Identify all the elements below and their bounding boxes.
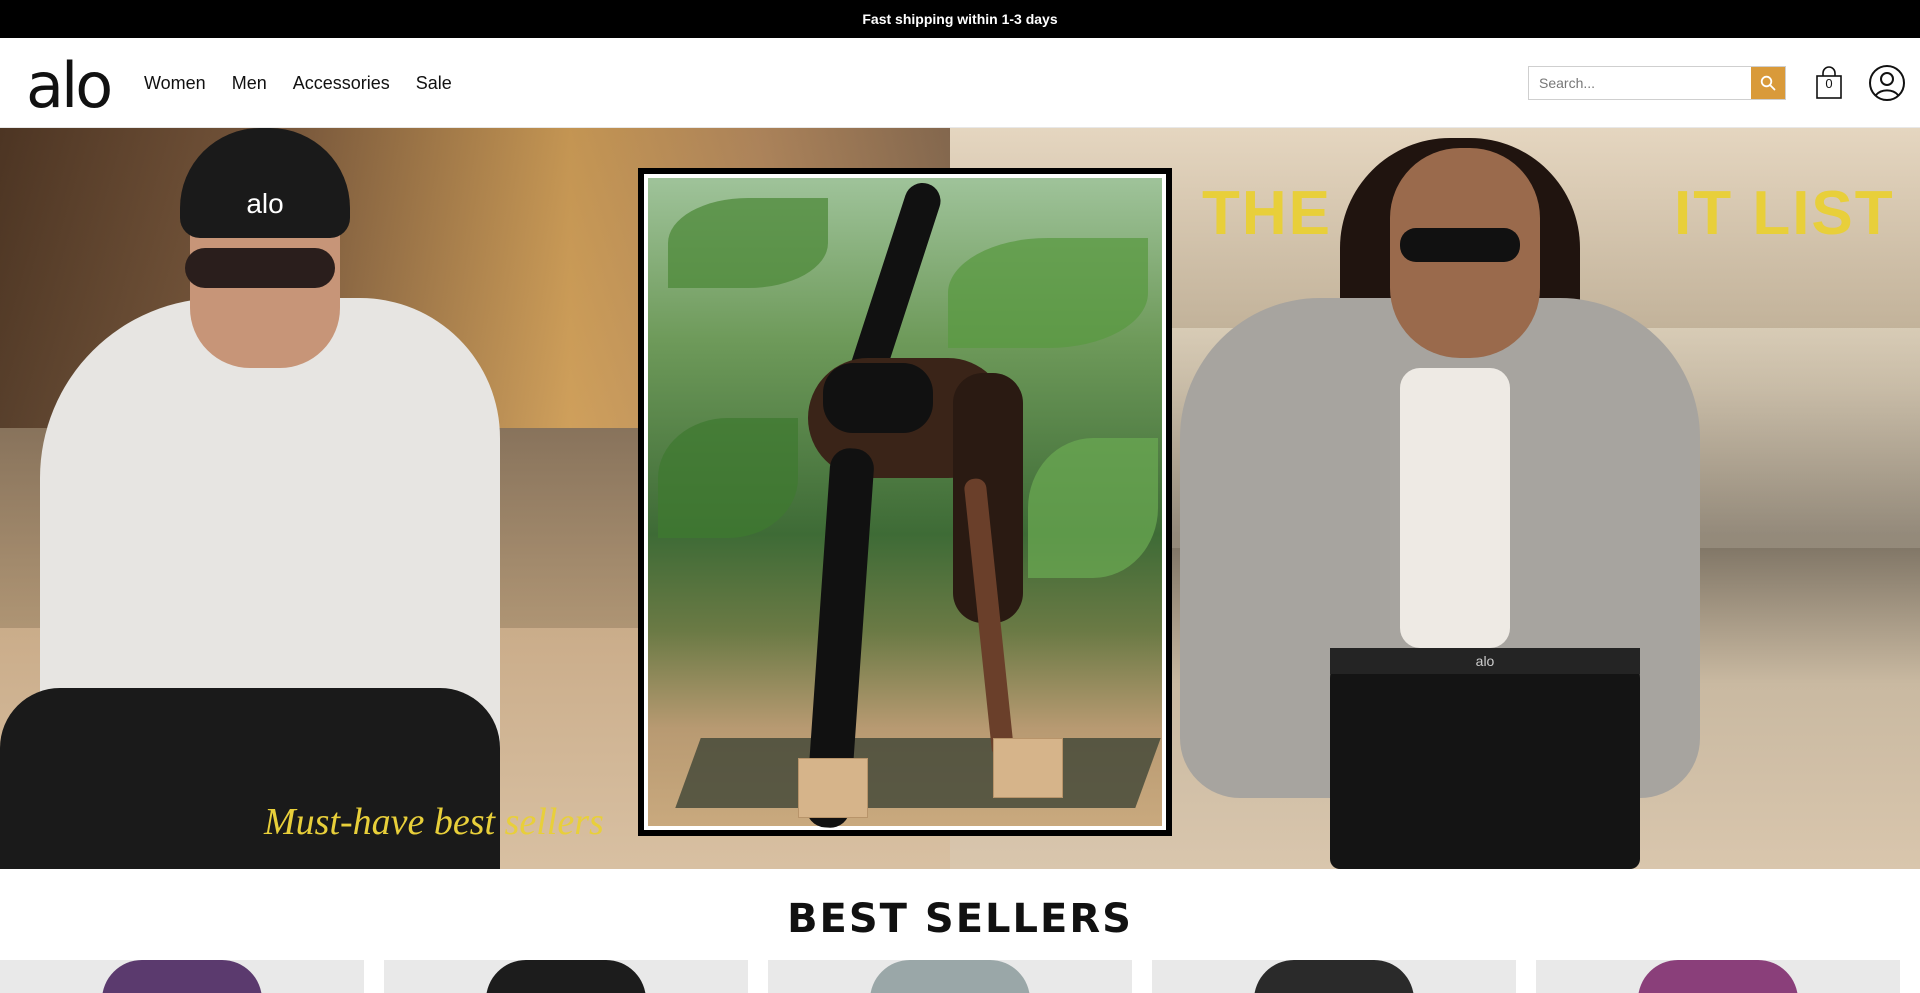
brand-logo[interactable]: alo bbox=[26, 55, 113, 117]
shorts-logo: alo bbox=[1475, 653, 1495, 669]
cart-count: 0 bbox=[1825, 76, 1833, 91]
product-card-5[interactable] bbox=[1536, 960, 1900, 993]
search-icon bbox=[1760, 75, 1776, 91]
announcement-text: Fast shipping within 1-3 days bbox=[862, 11, 1058, 27]
search-input[interactable] bbox=[1529, 67, 1751, 99]
product-card-4[interactable] bbox=[1152, 960, 1516, 993]
product-card-3[interactable] bbox=[768, 960, 1132, 993]
product-carousel bbox=[0, 960, 1920, 993]
model-right-tank bbox=[1400, 368, 1510, 648]
search-bar bbox=[1528, 66, 1786, 100]
hero-inset-photo bbox=[638, 168, 1172, 836]
cart-button[interactable]: 0 bbox=[1814, 66, 1844, 100]
beanie-logo: alo bbox=[246, 188, 284, 219]
hero-title-right: IT LIST bbox=[1674, 179, 1895, 248]
nav-accessories[interactable]: Accessories bbox=[293, 73, 390, 94]
nav-men[interactable]: Men bbox=[232, 73, 267, 94]
model-right-sunglasses bbox=[1400, 228, 1520, 262]
site-header: alo Women Men Accessories Sale 0 bbox=[0, 38, 1920, 128]
user-icon bbox=[1869, 65, 1905, 101]
hero-subtitle: Must-have best sellers bbox=[264, 801, 604, 843]
nav-sale[interactable]: Sale bbox=[416, 73, 452, 94]
nav-women[interactable]: Women bbox=[144, 73, 206, 94]
main-nav: Women Men Accessories Sale bbox=[144, 38, 452, 128]
account-button[interactable] bbox=[1868, 64, 1906, 102]
hero-title-left: THE bbox=[1202, 179, 1332, 248]
model-left-sunglasses bbox=[185, 248, 335, 288]
hero-banner[interactable]: alo alo THE IT LIST Must-have best selle… bbox=[0, 128, 1920, 869]
product-card-1[interactable] bbox=[0, 960, 364, 993]
announcement-bar: Fast shipping within 1-3 days bbox=[0, 0, 1920, 38]
search-button[interactable] bbox=[1751, 67, 1785, 99]
product-card-2[interactable] bbox=[384, 960, 748, 993]
shorts-waistband: alo bbox=[1330, 648, 1640, 674]
best-sellers-heading: BEST SELLERS bbox=[787, 896, 1133, 942]
model-right-shorts bbox=[1330, 648, 1640, 869]
